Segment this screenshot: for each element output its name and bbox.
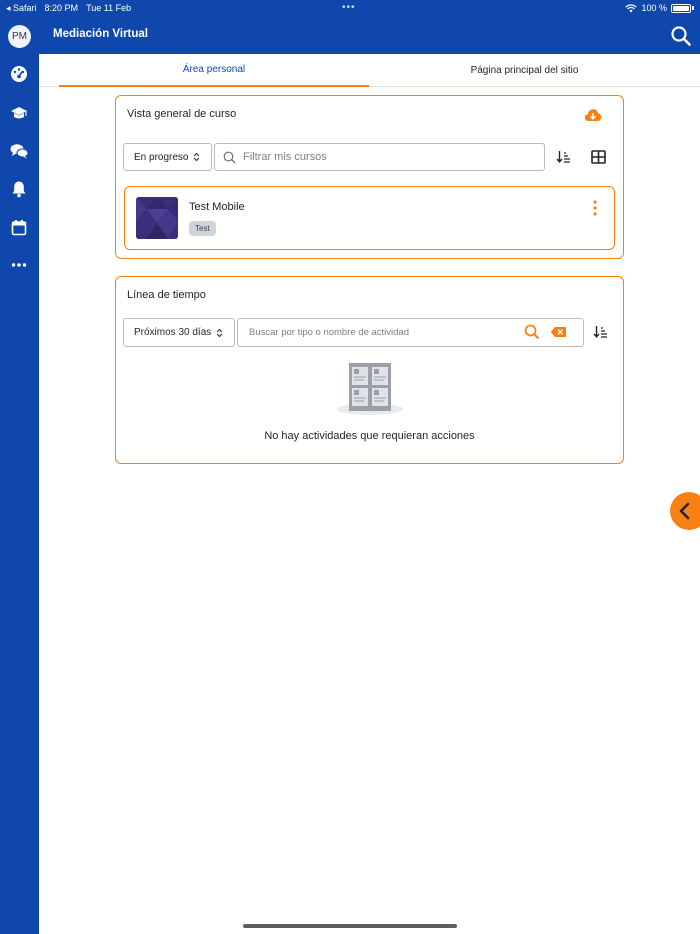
- search-icon[interactable]: [670, 25, 692, 47]
- kebab-menu-icon[interactable]: [590, 199, 600, 217]
- battery-icon: [671, 3, 691, 13]
- course-overview-block: Vista general de curso En progreso Filtr…: [115, 95, 624, 259]
- course-card[interactable]: Test Mobile Test: [124, 186, 615, 250]
- sort-icon[interactable]: [554, 147, 574, 167]
- timeline-search-placeholder: Buscar por tipo o nombre de actividad: [249, 327, 410, 338]
- course-overview-title: Vista general de curso: [127, 108, 237, 120]
- empty-activities-message: No hay actividades que requieran accione…: [264, 430, 475, 442]
- app-header: Mediación Virtual: [39, 17, 700, 54]
- course-category-badge: Test: [189, 221, 216, 236]
- home-indicator[interactable]: [243, 924, 457, 928]
- user-avatar[interactable]: PM: [8, 25, 31, 48]
- chevron-up-down-icon: [216, 328, 223, 337]
- cloud-download-icon[interactable]: [583, 105, 603, 125]
- clear-input-icon[interactable]: [548, 322, 568, 342]
- tab-area-personal[interactable]: Área personal: [59, 54, 369, 87]
- course-search-input[interactable]: Filtrar mis cursos: [214, 143, 545, 171]
- graduation-cap-icon[interactable]: [9, 103, 29, 123]
- timeline-title: Línea de tiempo: [127, 289, 206, 301]
- timeline-range-select[interactable]: Próximos 30 días: [123, 318, 235, 347]
- chevron-left-icon: [679, 502, 690, 520]
- back-to-safari[interactable]: ◂ Safari: [6, 3, 37, 14]
- tab-bar: Área personal Página principal del sitio: [39, 54, 700, 87]
- bell-icon[interactable]: [9, 179, 29, 199]
- timeline-search-icon[interactable]: [522, 322, 542, 342]
- course-name[interactable]: Test Mobile: [189, 201, 245, 213]
- status-date: Tue 11 Feb: [86, 3, 132, 13]
- course-filter-select[interactable]: En progreso: [123, 143, 212, 171]
- messages-icon[interactable]: [9, 141, 29, 161]
- course-filter-value: En progreso: [134, 151, 189, 163]
- battery-percent: 100 %: [641, 3, 667, 13]
- chevron-up-down-icon: [194, 152, 200, 162]
- tab-pagina-principal[interactable]: Página principal del sitio: [369, 54, 680, 87]
- grid-view-icon[interactable]: [588, 147, 608, 167]
- wifi-icon: [625, 3, 638, 12]
- block-drawer-toggle[interactable]: [670, 492, 700, 530]
- course-image: [136, 197, 178, 239]
- multitasking-dots[interactable]: •••: [342, 2, 356, 13]
- battery-tip: [692, 6, 694, 10]
- site-title: Mediación Virtual: [53, 28, 149, 40]
- empty-activities-illustration: [336, 361, 404, 417]
- more-icon[interactable]: [9, 255, 29, 275]
- timeline-range-value: Próximos 30 días: [134, 327, 212, 338]
- calendar-icon[interactable]: [9, 217, 29, 237]
- course-search-placeholder: Filtrar mis cursos: [243, 151, 327, 163]
- timeline-block: Línea de tiempo Próximos 30 días Buscar …: [115, 276, 624, 464]
- search-icon: [223, 151, 236, 163]
- status-time: 8:20 PM: [44, 3, 79, 13]
- timeline-sort-icon[interactable]: [591, 322, 611, 342]
- status-bar: ◂ Safari 8:20 PM Tue 11 Feb ••• 100 %: [0, 0, 700, 17]
- dashboard-icon[interactable]: [9, 64, 29, 84]
- sidebar: PM: [0, 17, 39, 934]
